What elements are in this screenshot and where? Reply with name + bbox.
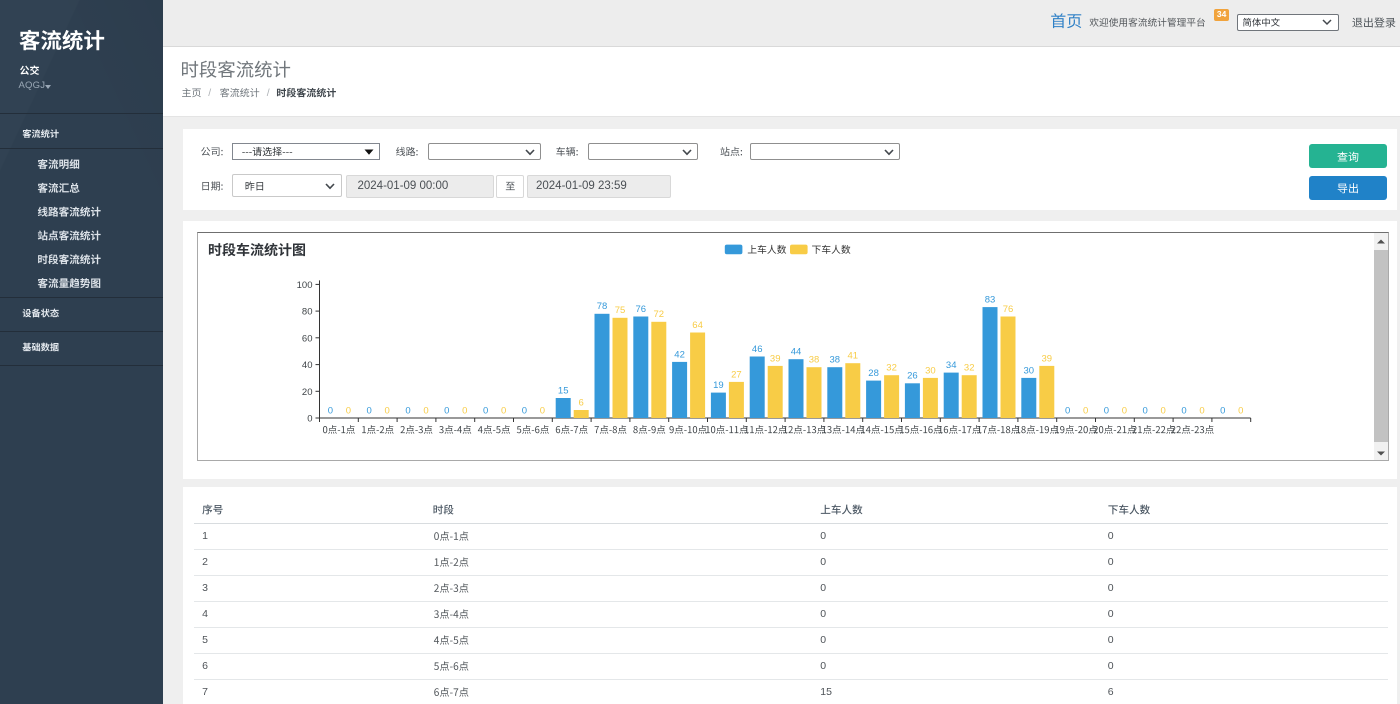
svg-text:72: 72 <box>654 309 665 320</box>
svg-text:32: 32 <box>886 363 897 374</box>
svg-text:20: 20 <box>302 387 313 398</box>
svg-text:100: 100 <box>297 280 313 291</box>
svg-text:32: 32 <box>964 363 975 374</box>
svg-text:0: 0 <box>1161 405 1166 416</box>
svg-text:0: 0 <box>540 405 545 416</box>
svg-text:0: 0 <box>483 405 488 416</box>
svg-text:0: 0 <box>1181 405 1186 416</box>
svg-text:0: 0 <box>367 405 372 416</box>
svg-text:64: 64 <box>692 320 703 331</box>
svg-text:27: 27 <box>731 369 742 380</box>
svg-text:30: 30 <box>1024 365 1035 376</box>
svg-text:30: 30 <box>925 365 936 376</box>
svg-text:0: 0 <box>444 405 449 416</box>
svg-text:60: 60 <box>302 333 313 344</box>
svg-text:0: 0 <box>1065 405 1070 416</box>
svg-text:0: 0 <box>1122 405 1127 416</box>
svg-text:44: 44 <box>791 347 802 358</box>
svg-text:0: 0 <box>501 405 506 416</box>
svg-text:83: 83 <box>985 295 996 306</box>
svg-text:76: 76 <box>636 304 647 315</box>
svg-text:0: 0 <box>1083 405 1088 416</box>
svg-text:39: 39 <box>1042 353 1053 364</box>
svg-text:6: 6 <box>579 397 584 408</box>
svg-text:0: 0 <box>1199 405 1204 416</box>
svg-text:46: 46 <box>752 344 763 355</box>
svg-text:76: 76 <box>1003 304 1014 315</box>
svg-text:39: 39 <box>770 353 781 364</box>
svg-text:0: 0 <box>1104 405 1109 416</box>
svg-text:0: 0 <box>385 405 390 416</box>
svg-text:26: 26 <box>907 371 918 382</box>
svg-text:15: 15 <box>558 385 569 396</box>
svg-text:0: 0 <box>423 405 428 416</box>
svg-text:19: 19 <box>713 380 724 391</box>
svg-text:80: 80 <box>302 307 313 318</box>
svg-text:42: 42 <box>674 349 685 360</box>
svg-text:0: 0 <box>462 405 467 416</box>
svg-text:38: 38 <box>830 355 841 366</box>
svg-text:75: 75 <box>615 305 626 316</box>
svg-text:0: 0 <box>1220 405 1225 416</box>
svg-text:0: 0 <box>328 405 333 416</box>
svg-text:38: 38 <box>809 355 820 366</box>
svg-text:0: 0 <box>405 405 410 416</box>
svg-text:0: 0 <box>1238 405 1243 416</box>
svg-text:78: 78 <box>597 301 608 312</box>
svg-text:0: 0 <box>307 414 312 425</box>
svg-text:28: 28 <box>868 368 879 379</box>
svg-text:34: 34 <box>946 360 957 371</box>
svg-text:0: 0 <box>1143 405 1148 416</box>
svg-text:40: 40 <box>302 360 313 371</box>
svg-text:0: 0 <box>522 405 527 416</box>
svg-text:41: 41 <box>848 351 859 362</box>
svg-text:0: 0 <box>346 405 351 416</box>
